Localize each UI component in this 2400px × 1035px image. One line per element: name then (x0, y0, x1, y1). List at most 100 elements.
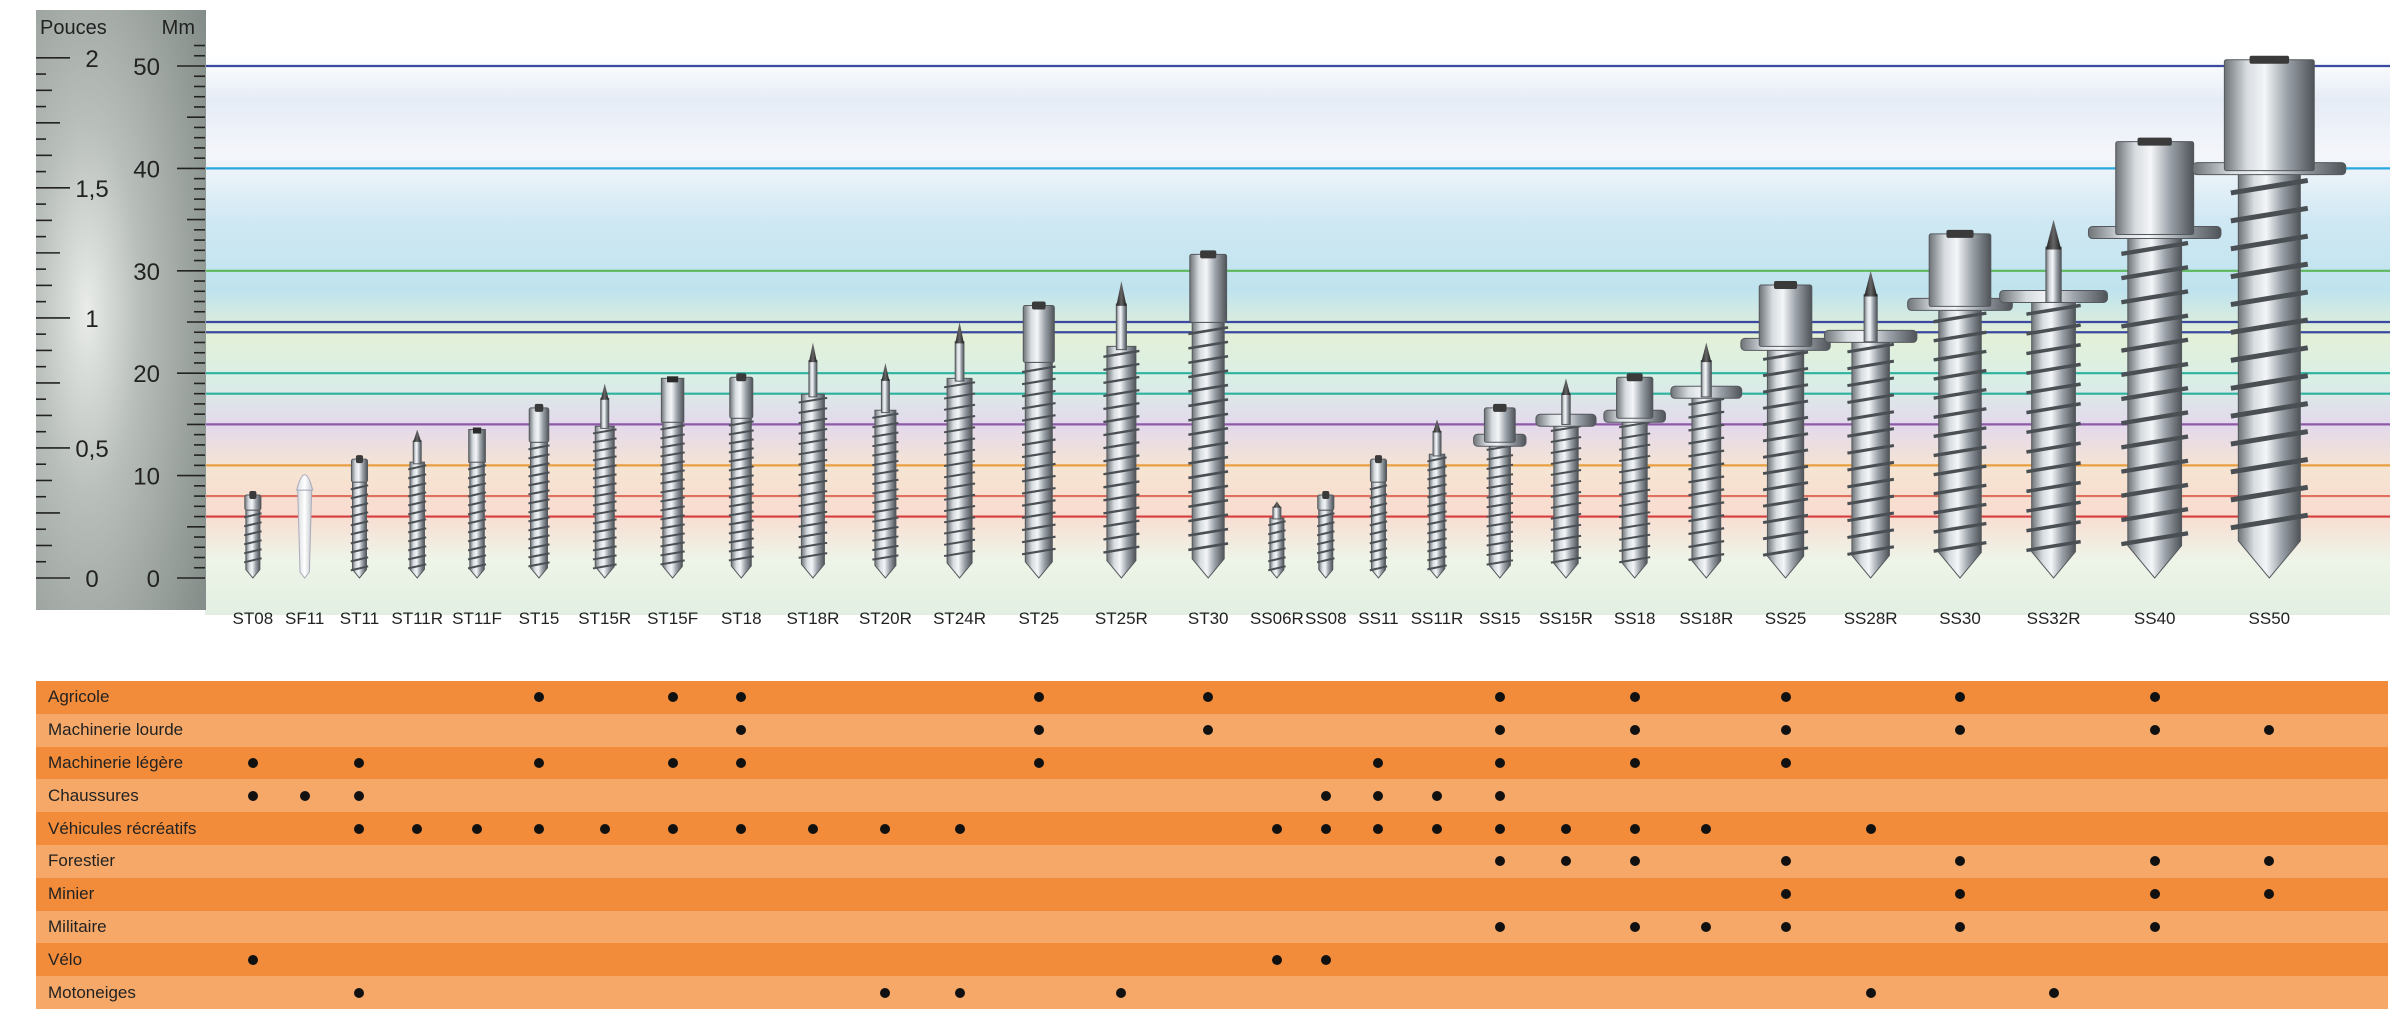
usage-dot (1494, 823, 1505, 834)
stud-head (1758, 284, 1813, 347)
axis-right-label: Mm (162, 17, 195, 39)
stud-pin (1626, 373, 1643, 382)
application-label: Véhicules récréatifs (48, 818, 197, 838)
model-label: ST25 (1018, 609, 1059, 628)
usage-dot (1271, 954, 1282, 965)
stud-pin (249, 490, 257, 499)
application-row: Machinerie légère (36, 746, 2388, 780)
stud-body (1851, 337, 1890, 579)
usage-dot (354, 987, 365, 998)
stud-pin (1200, 250, 1217, 259)
usage-dot (1373, 790, 1384, 801)
stud-head (468, 429, 486, 463)
usage-dot (1494, 692, 1505, 703)
usage-dot (880, 987, 891, 998)
usage-dot (2149, 725, 2160, 736)
stud-body (1553, 421, 1579, 579)
usage-dot (1780, 692, 1791, 703)
usage-dot (2264, 725, 2275, 736)
stud-head (880, 379, 890, 414)
model-label: ST11R (391, 609, 443, 628)
usage-dot (2048, 987, 2059, 998)
stud-head (1561, 393, 1571, 425)
usage-dot (667, 692, 678, 703)
application-label: Chaussures (48, 785, 139, 805)
stud-body (2127, 234, 2183, 579)
model-label: SS06R (1250, 609, 1304, 628)
usage-dot (1865, 987, 1876, 998)
stud-head (729, 376, 754, 419)
model-label: SS25 (1765, 609, 1807, 628)
usage-dot (1701, 823, 1712, 834)
stud-pin (472, 427, 482, 434)
model-label: ST11F (452, 609, 502, 628)
usage-dot (1560, 823, 1571, 834)
inch-tick-label: 2 (85, 46, 98, 73)
stud-pin (736, 373, 747, 382)
ruler: Pouces Mm 0 10 20 30 40 50 0 0,5 1 1,5 2 (36, 10, 206, 610)
stud-head (954, 341, 965, 382)
usage-dot (1373, 757, 1384, 768)
usage-dot (354, 757, 365, 768)
application-label: Forestier (48, 851, 116, 871)
stud-head (600, 397, 610, 429)
usage-dot (472, 823, 483, 834)
application-label: Vélo (48, 949, 83, 969)
usage-dot (1432, 790, 1443, 801)
usage-dot (1629, 725, 1640, 736)
stud-body (1488, 441, 1511, 579)
model-label: ST24R (933, 609, 986, 628)
application-row: Vélo (36, 943, 2388, 977)
stud-head (1272, 506, 1282, 520)
inch-tick-label: 1 (85, 306, 98, 333)
stud-st15 (528, 403, 550, 579)
stud-st11 (350, 455, 369, 579)
mm-tick-label: 40 (133, 156, 160, 183)
mm-tick-label: 10 (133, 464, 160, 491)
model-label: SF11 (285, 609, 324, 628)
model-label: ST11 (340, 609, 379, 628)
usage-dot (1865, 823, 1876, 834)
usage-dot (1494, 757, 1505, 768)
model-label: ST15R (578, 609, 631, 628)
application-row: Motoneiges (36, 976, 2388, 1009)
stud-head (1189, 253, 1228, 323)
stud-head (1022, 305, 1055, 363)
model-label: SS11 (1358, 609, 1398, 628)
usage-dot (1494, 725, 1505, 736)
application-row: Chaussures (36, 779, 2388, 813)
usage-dot (2149, 856, 2160, 867)
inch-tick-label: 0 (85, 566, 98, 593)
usage-dot (1955, 889, 1965, 900)
usage-dot (954, 823, 965, 834)
stud-body (2031, 297, 2076, 579)
size-chart: Pouces Mm 0 10 20 30 40 50 0 0,5 1 1,5 2 ST08 SF11 S… (36, 10, 2390, 628)
axis-left-label: Pouces (40, 17, 107, 39)
model-label: ST18R (786, 609, 839, 628)
usage-dot (247, 954, 258, 965)
stud-head (2223, 59, 2315, 172)
model-label: SS28R (1844, 609, 1898, 628)
usage-dot (599, 823, 610, 834)
stud-body (1621, 417, 1648, 579)
usage-dot (736, 757, 747, 768)
stud-pin (2137, 137, 2172, 146)
application-label: Militaire (48, 916, 107, 936)
model-label: SS15 (1479, 609, 1521, 628)
model-label: SS40 (2134, 609, 2176, 628)
stud-body (1938, 305, 1982, 579)
usage-dot (1629, 692, 1640, 703)
usage-dot (1560, 856, 1571, 867)
stud-st18 (728, 373, 754, 579)
usage-dot (1780, 725, 1791, 736)
application-table: Agricole Machinerie lourde Machinerie légè… (36, 681, 2388, 1009)
usage-dot (1955, 921, 1965, 932)
stud-st08 (243, 490, 262, 579)
stud-st30 (1188, 250, 1229, 579)
stud-pin (2249, 55, 2290, 64)
stud-head (660, 377, 685, 423)
model-label: SS18R (1679, 609, 1733, 628)
model-label: ST30 (1188, 609, 1229, 628)
usage-dot (1494, 790, 1505, 801)
stud-pin (1493, 403, 1507, 412)
